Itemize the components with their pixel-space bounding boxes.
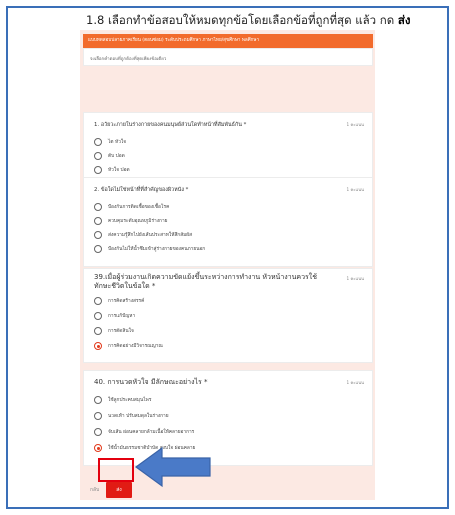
option-q39-3[interactable]: การตัดสินใจ: [94, 326, 134, 336]
question-points: 1 คะแนน: [346, 187, 364, 192]
question-card-40: 40. การนวดหัวใจ มีลักษณะอย่างไร * 1 คะแน…: [83, 370, 373, 466]
submit-highlight-box: [98, 458, 134, 482]
radio-icon[interactable]: [94, 217, 102, 225]
radio-icon[interactable]: [94, 297, 102, 305]
option-q1-2[interactable]: ตับ ปอด: [94, 151, 125, 161]
radio-selected-icon[interactable]: [94, 342, 102, 350]
option-q40-3[interactable]: จับเส้น ผ่อนคลายกล้ามเนื้อให้คลายอาการ: [94, 427, 194, 437]
radio-icon[interactable]: [94, 166, 102, 174]
radio-icon[interactable]: [94, 396, 102, 404]
form-header: แบบทดสอบปลายภาคเรียน (ตอนซ่อม) ระดับประถ…: [83, 34, 373, 48]
question-card-39: 39.เมื่อผู้ร่วมงานเกิดความขัดแย้งขึ้นระห…: [83, 268, 373, 363]
radio-icon[interactable]: [94, 231, 102, 239]
question-card-2: 2. ข้อใดไม่ใช่หน้าที่ที่สำคัญของผิวหนัง …: [83, 177, 373, 267]
option-q40-1[interactable]: ใช้ลูกประคบสมุนไพร: [94, 395, 151, 405]
question-title: 40. การนวดหัวใจ มีลักษณะอย่างไร *: [94, 378, 208, 386]
question-title: 1. อวัยวะภายในร่างกายของคนมนุษย์ส่วนใดทำ…: [94, 122, 247, 128]
radio-icon[interactable]: [94, 428, 102, 436]
intro-note: จงเลือกคำตอบที่ถูกต้องที่สุดเพียงข้อเดีย…: [90, 57, 167, 62]
radio-icon[interactable]: [94, 152, 102, 160]
question-title: 39.เมื่อผู้ร่วมงานเกิดความขัดแย้งขึ้นระห…: [94, 273, 317, 290]
radio-icon[interactable]: [94, 203, 102, 211]
radio-icon[interactable]: [94, 412, 102, 420]
instruction-heading: 1.8 เลือกทำข้อสอบให้หมดทุกข้อโดยเลือกข้อ…: [86, 12, 411, 30]
heading-text: 1.8 เลือกทำข้อสอบให้หมดทุกข้อโดยเลือกข้อ…: [86, 13, 395, 27]
option-q2-4[interactable]: ป้องกันไม่ให้น้ำซึมเข้าสู่ร่างกายของคนภา…: [94, 244, 205, 254]
option-q2-2[interactable]: ควบคุมระดับอุณหภูมิร่างกาย: [94, 216, 167, 226]
option-q2-1[interactable]: ป้องกันการติดเชื้อของเชื้อโรค: [94, 202, 169, 212]
option-q2-3[interactable]: ส่งความรู้สึกไปยังเส้นประสาทให้สึกสัมผัส: [94, 230, 192, 240]
radio-selected-icon[interactable]: [94, 444, 102, 452]
option-q40-2[interactable]: นวดเท้า ปรับสมดุลในร่างกาย: [94, 411, 169, 421]
form-screenshot: แบบทดสอบปลายภาคเรียน (ตอนซ่อม) ระดับประถ…: [80, 30, 375, 500]
question-points: 1 คะแนน: [346, 276, 364, 281]
question-title: 2. ข้อใดไม่ใช่หน้าที่ที่สำคัญของผิวหนัง …: [94, 187, 189, 193]
option-q39-4[interactable]: การคิดอย่างมีวิจารณญาณ: [94, 341, 163, 351]
radio-icon[interactable]: [94, 312, 102, 320]
form-nav-row: กลับ ส่ง: [83, 482, 373, 500]
option-q39-1[interactable]: การคิดสร้างสรรค์: [94, 296, 144, 306]
submit-button[interactable]: ส่ง: [106, 482, 132, 498]
option-q39-2[interactable]: การแก้ปัญหา: [94, 311, 135, 321]
question-points: 1 คะแนน: [346, 380, 364, 385]
question-points: 1 คะแนน: [346, 122, 364, 127]
option-q1-1[interactable]: ไต หัวใจ: [94, 137, 126, 147]
option-q1-3[interactable]: หัวใจ ปอด: [94, 165, 130, 175]
heading-emphasis: ส่ง: [397, 13, 411, 27]
radio-icon[interactable]: [94, 138, 102, 146]
intro-card: จงเลือกคำตอบที่ถูกต้องที่สุดเพียงข้อเดีย…: [83, 48, 373, 66]
pointer-arrow-icon: [134, 446, 211, 488]
radio-icon[interactable]: [94, 327, 102, 335]
back-button[interactable]: กลับ: [90, 486, 99, 494]
radio-icon[interactable]: [94, 245, 102, 253]
